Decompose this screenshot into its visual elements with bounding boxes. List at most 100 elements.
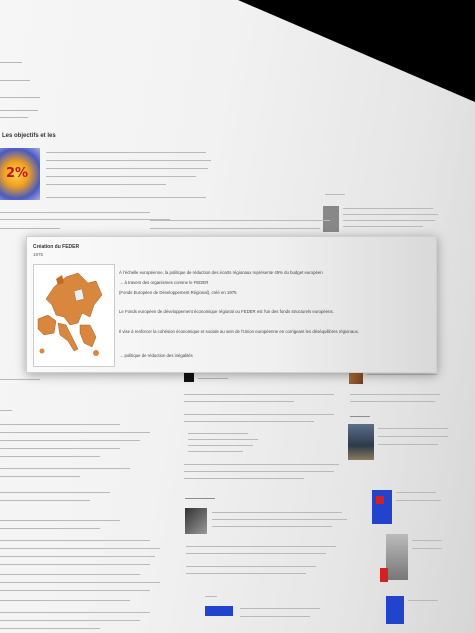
- text-line: [0, 600, 130, 601]
- text-line: [343, 226, 423, 227]
- article-thumbnail[interactable]: [185, 508, 207, 534]
- popup-title: Création du FEDER: [33, 244, 80, 250]
- article-thumbnail[interactable]: [348, 424, 374, 460]
- popup-text-line: Le Fonds européen de développement écono…: [119, 309, 334, 314]
- bullet-line: [188, 451, 243, 452]
- infographic-thumbnail[interactable]: 2%: [0, 148, 40, 200]
- text-line: [396, 500, 441, 501]
- article-thumbnail[interactable]: [323, 206, 339, 232]
- text-line: [46, 197, 206, 198]
- text-line: [46, 184, 166, 185]
- text-line: [150, 220, 330, 221]
- popup-text-line: → à travers des organismes comme le FEDE…: [119, 280, 209, 285]
- text-line: [46, 160, 211, 161]
- text-line: [0, 424, 120, 425]
- text-line: [325, 194, 345, 195]
- map-highlight: [376, 496, 384, 504]
- popup-text-line: Il vise à renforcer la cohésion économiq…: [119, 329, 359, 334]
- text-line: [0, 492, 110, 493]
- text-line: [378, 444, 438, 445]
- text-line: [0, 440, 140, 441]
- text-line: [0, 612, 150, 613]
- text-line: [0, 468, 130, 469]
- text-line: [343, 214, 438, 215]
- text-line: [184, 401, 294, 402]
- text-line: [186, 553, 326, 554]
- text-line: [412, 540, 442, 541]
- popup-year: 1975: [33, 252, 44, 257]
- popup-link[interactable]: → politique de réduction des inégalités: [119, 353, 193, 358]
- text-line: [0, 582, 160, 583]
- text-line: [212, 519, 347, 520]
- text-line: [0, 574, 140, 575]
- text-line: [0, 117, 28, 118]
- map-highlight: [380, 568, 388, 582]
- text-line: [0, 228, 60, 229]
- sub-heading: [185, 498, 215, 499]
- text-line: [0, 379, 40, 380]
- text-line: [0, 410, 12, 411]
- text-line: [184, 471, 334, 472]
- text-line: [0, 620, 140, 621]
- text-line: [184, 478, 304, 479]
- text-line: [0, 97, 40, 98]
- text-line: [186, 546, 336, 547]
- text-line: [184, 414, 334, 415]
- text-line: [0, 540, 150, 541]
- graphic-label: 2%: [6, 166, 29, 181]
- popup-text-line: (Fonds Européen de Développement Régiona…: [119, 290, 237, 295]
- text-line: [0, 80, 30, 81]
- text-line: [378, 436, 448, 437]
- text-line: [0, 212, 150, 213]
- text-line: [186, 573, 306, 574]
- text-line: [378, 428, 448, 429]
- text-line: [0, 628, 100, 629]
- text-line: [343, 220, 435, 221]
- text-line: [0, 500, 90, 501]
- text-line: [0, 556, 155, 557]
- text-line: [0, 528, 100, 529]
- sub-heading: [350, 416, 370, 417]
- text-line: [198, 378, 228, 379]
- section-heading: Les objectifs et les: [2, 133, 56, 139]
- text-line: [0, 432, 150, 433]
- text-line: [184, 421, 314, 422]
- text-line: [412, 548, 442, 549]
- text-line: [0, 219, 170, 220]
- text-line: [350, 401, 435, 402]
- text-line: [0, 520, 120, 521]
- map-thumbnail[interactable]: [386, 534, 408, 580]
- screen: Les objectifs et les 2% Création du FEDE…: [0, 0, 475, 633]
- eu-flag-image: [205, 606, 233, 616]
- bullet-line: [188, 445, 253, 446]
- feder-info-popup[interactable]: Création du FEDER 1975 À l'échelle europ…: [26, 236, 437, 373]
- text-line: [0, 564, 150, 565]
- text-line: [0, 62, 22, 63]
- text-line: [212, 512, 342, 513]
- text-line: [350, 394, 440, 395]
- text-line: [150, 228, 320, 229]
- text-line: [0, 476, 80, 477]
- text-line: [240, 616, 310, 617]
- text-line: [205, 596, 217, 597]
- article-thumbnail[interactable]: [386, 596, 404, 624]
- text-line: [186, 566, 316, 567]
- europe-map-image: [33, 264, 115, 367]
- text-line: [408, 600, 438, 601]
- bullet-line: [188, 433, 248, 434]
- bullet-line: [188, 439, 258, 440]
- text-line: [0, 590, 150, 591]
- text-line: [343, 208, 433, 209]
- text-line: [46, 176, 196, 177]
- text-line: [46, 168, 208, 169]
- popup-text-line: À l'échelle européenne, la politique de …: [119, 270, 323, 275]
- text-line: [0, 456, 100, 457]
- text-line: [212, 526, 332, 527]
- text-line: [240, 608, 320, 609]
- text-line: [184, 464, 339, 465]
- text-line: [184, 394, 334, 395]
- text-line: [396, 492, 436, 493]
- text-line: [367, 374, 437, 375]
- text-line: [0, 110, 38, 111]
- text-line: [46, 152, 206, 153]
